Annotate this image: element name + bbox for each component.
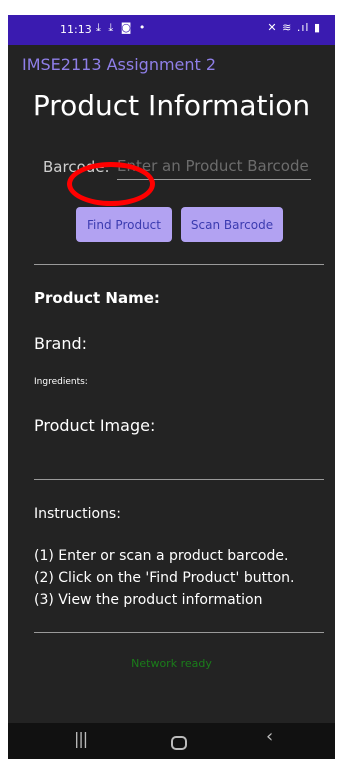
app-title: IMSE2113 Assignment 2	[22, 55, 217, 74]
ingredients-label: Ingredients:	[34, 377, 88, 387]
instruction-step: (2) Click on the 'Find Product' button.	[34, 570, 295, 586]
navigation-bar: ||| ‹	[8, 723, 335, 759]
barcode-input[interactable]	[117, 153, 311, 180]
divider	[34, 264, 324, 265]
instruction-step: (1) Enter or scan a product barcode.	[34, 548, 289, 564]
instructions-title: Instructions:	[34, 506, 121, 522]
product-image-label: Product Image:	[34, 416, 156, 435]
notification-icons: ⤓ ⤓ ◙ •	[96, 21, 148, 34]
back-icon[interactable]: ‹	[266, 726, 273, 747]
find-product-button[interactable]: Find Product	[76, 207, 172, 242]
phone-screen: 11:13 ⤓ ⤓ ◙ • ✕ ≋ .ıl ▮ IMSE2113 Assignm…	[8, 15, 335, 759]
status-time: 11:13	[60, 23, 92, 36]
instruction-step: (3) View the product information	[34, 592, 263, 608]
home-icon[interactable]	[171, 736, 187, 750]
status-bar: 11:13 ⤓ ⤓ ◙ • ✕ ≋ .ıl ▮	[8, 15, 335, 45]
page-title: Product Information	[32, 89, 311, 122]
barcode-label: Barcode:	[43, 158, 110, 176]
product-name-label: Product Name:	[34, 289, 160, 307]
divider	[34, 479, 324, 480]
system-status-icons: ✕ ≋ .ıl ▮	[267, 21, 321, 34]
brand-label: Brand:	[34, 334, 88, 353]
divider	[34, 632, 324, 633]
recent-apps-icon[interactable]: |||	[74, 729, 88, 748]
network-status: Network ready	[131, 657, 212, 670]
scan-barcode-button[interactable]: Scan Barcode	[181, 207, 283, 242]
